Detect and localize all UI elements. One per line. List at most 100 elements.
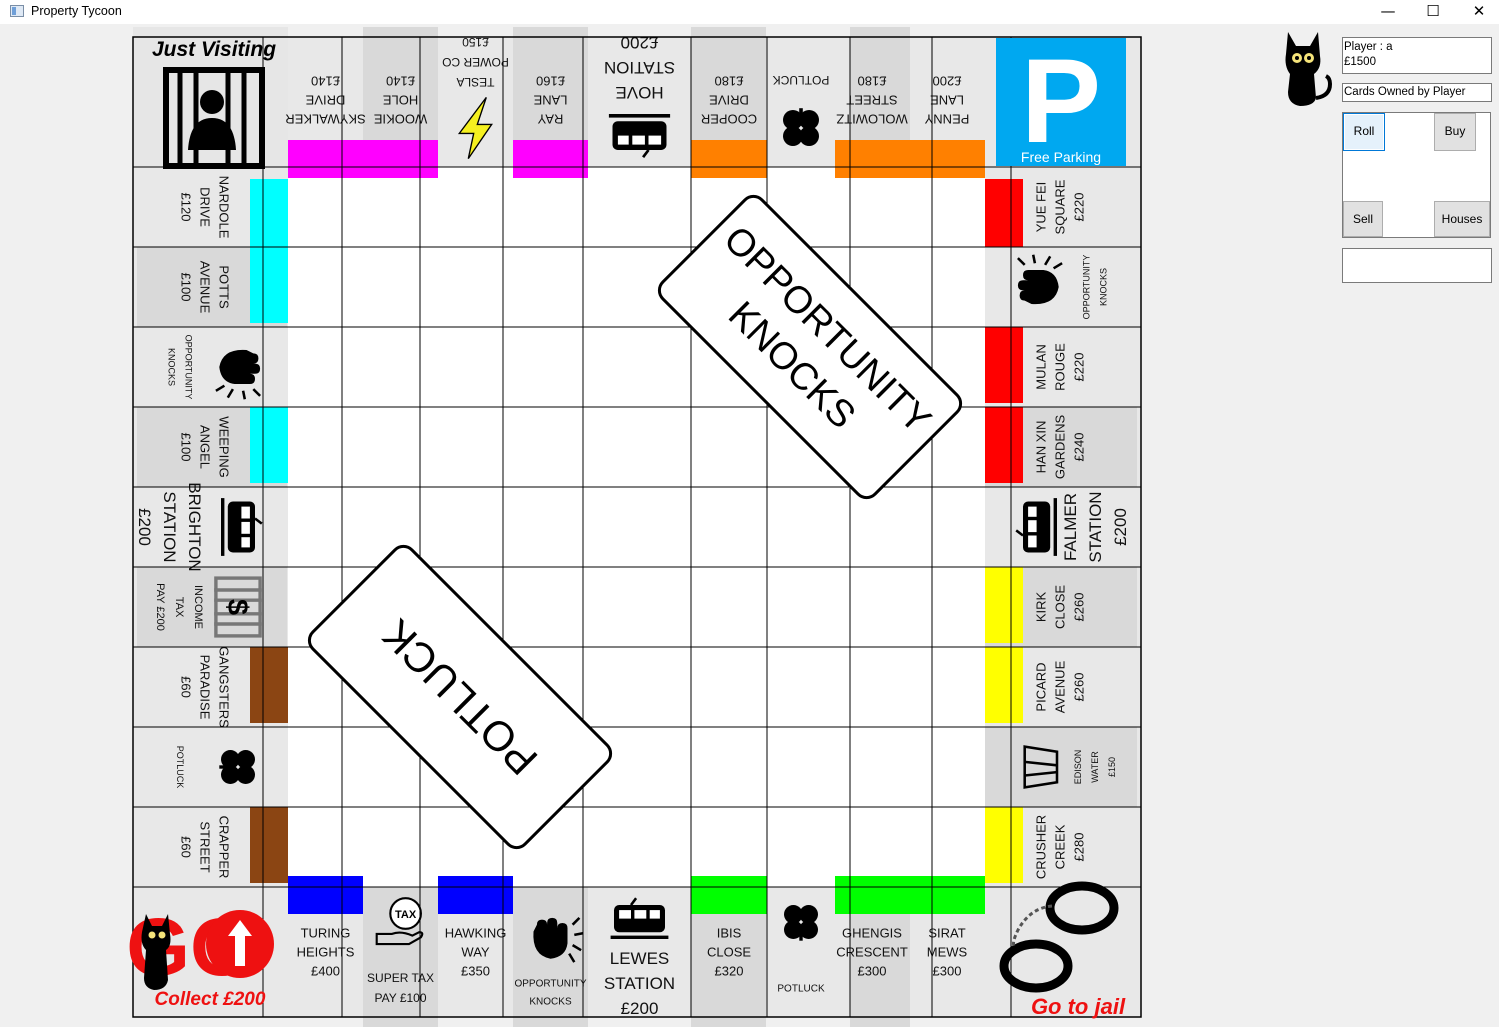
color-band [985,327,1023,403]
tile-label-line: SIRAT [928,926,965,941]
tile-label-line: TESLA [456,75,494,89]
color-band [363,140,438,178]
tile-label-line: EDISON [1073,750,1083,785]
tile-label-line: HAN XIN [1034,421,1049,474]
just-visiting-label: Just Visiting [152,38,276,61]
tile-label-line: £200 [1111,508,1130,546]
color-band [250,807,288,883]
tile-label-line: WOOKIE [373,111,427,126]
tile-label-line: PAY £200 [154,583,166,631]
tile-label-line: £120 [178,193,193,222]
color-band [438,876,513,914]
tile-label-line: WOLOWITZ [836,111,908,126]
tile-label-line: PENNY [924,111,969,126]
tile-label-line: YUE FEI [1034,182,1049,233]
tile-label-line: POTTS [216,265,231,309]
color-band [985,807,1023,883]
tile-label-line: HEIGHTS [297,945,355,960]
color-band [909,140,985,178]
tile-label-line: £400 [311,964,340,979]
tile-label-line: £300 [858,964,887,979]
tile-label-line: INCOME [192,585,204,629]
tile-label-line: AVENUE [197,261,212,314]
parking-letter: P [1021,34,1101,168]
tile-label-line: CRESCENT [836,945,908,960]
color-band [691,876,767,914]
tile-label-line: £180 [858,73,887,88]
color-band [835,140,909,178]
tile-label-line: STATION [1086,491,1105,562]
player-info: Player : a £1500 [1342,37,1492,74]
tile-label-line: £60 [178,676,193,698]
tile-label-line: POTLUCK [773,73,830,87]
tile-label-line: £200 [933,73,962,88]
tile-label-line: RAY [537,111,563,126]
tile-label-line: £60 [178,836,193,858]
status-box [1342,248,1492,283]
cards-owned-label: Cards Owned by Player [1342,83,1492,102]
free-parking-label: Free Parking [1021,149,1101,165]
player-token-cat-icon [1285,32,1333,106]
tile-label-line: PICARD [1034,662,1049,711]
tile-label-line: MULAN [1034,344,1049,390]
color-band [288,876,363,914]
tile-label-line: STREET [846,92,897,107]
color-band [513,140,588,178]
tile-label-line: DRIVE [197,187,212,227]
tile-label-line: OPPORTUNITY [1082,255,1092,320]
buy-button[interactable]: Buy [1434,113,1476,151]
tile-label-line: £160 [536,73,565,88]
color-band [250,647,288,723]
tile-label-line: STREET [197,821,212,872]
tile-label-line: CREEK [1053,824,1068,869]
tile-label-line: HOLE [382,92,418,107]
tile-label-line: STATION [160,491,179,562]
tile-label-line: LANE [930,92,964,107]
tile-label-line: OPPORTUNITY [514,979,586,990]
tile-label-line: WAY [461,945,489,960]
tile-label-line: OPPORTUNITY [183,335,193,400]
tile-label-line: £140 [386,73,415,88]
tile-label-line: COOPER [701,111,757,126]
color-band [909,876,985,914]
tile-label-line: £350 [461,964,490,979]
color-band [835,876,909,914]
tile-label-line: FALMER [1061,493,1080,561]
sell-button[interactable]: Sell [1343,201,1383,237]
tile-label-line: HAWKING [445,926,507,941]
svg-text:$: $ [221,599,253,615]
go-to-jail-label: Go to jail [1031,994,1126,1019]
tile-label-line: DRIVE [709,92,749,107]
tile-label-line: LANE [533,92,567,107]
color-band [985,179,1023,247]
tile-label-line: £320 [715,964,744,979]
roll-button[interactable]: Roll [1343,113,1385,151]
tile-label-line: CLOSE [1053,585,1068,629]
tile-label-line: MEWS [927,945,968,960]
color-band [250,247,288,323]
tile-label-line: GANGSTERS [216,646,231,728]
tile-label-line: BRIGHTON [185,482,204,571]
tile-label-line: GARDENS [1053,415,1068,480]
tile-label-line: TAX [173,597,185,618]
tile-label-line: IBIS [717,926,742,941]
tile-label-line: KIRK [1034,592,1049,623]
tile-label-line: CRAPPER [216,816,231,879]
tile-label-line: WEEPING [216,416,231,477]
tile-label-line: £240 [1072,433,1087,462]
tile-label-line: £200 [621,33,659,52]
color-band [985,407,1023,483]
corner-free-parking[interactable]: PFree Parking [996,34,1126,168]
tile-label-line: KNOCKS [529,997,572,1008]
color-band [985,647,1023,723]
tile-label-line: POTLUCK [777,984,825,995]
tile-label-line: £220 [1072,193,1087,222]
tile-label-line: SKYWALKER [285,111,365,126]
houses-button[interactable]: Houses [1434,201,1490,237]
tile-label-line: £200 [135,508,154,546]
tile-label-line: WATER [1090,751,1100,783]
tile-label-line: £260 [1072,593,1087,622]
tax-label: TAX [395,909,417,921]
tile-label-line: £260 [1072,673,1087,702]
tile-label-line: PARADISE [197,655,212,720]
